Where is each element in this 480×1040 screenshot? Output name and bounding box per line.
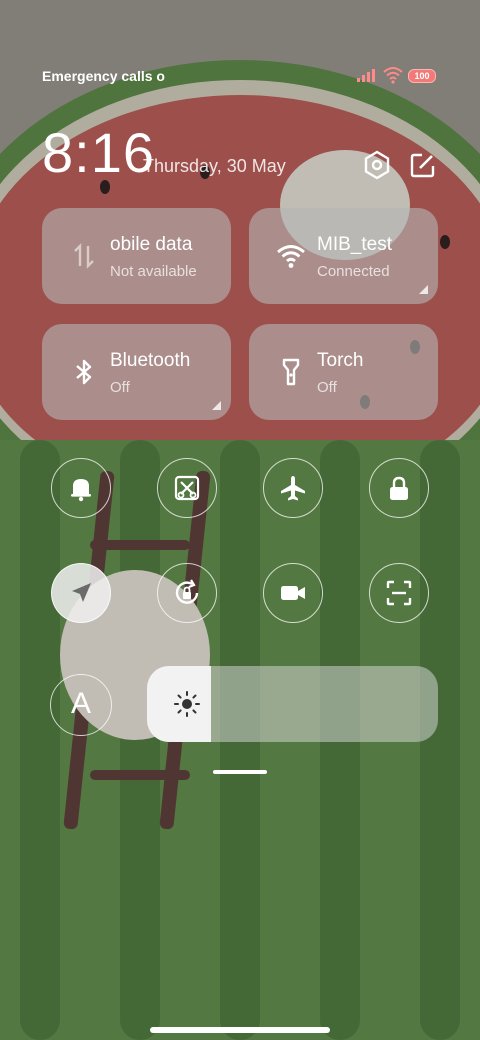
clock-time: 8:16 — [42, 121, 155, 184]
status-bar: Emergency calls o 100 — [0, 62, 480, 90]
mobile-data-icon — [74, 243, 94, 269]
wifi-icon — [277, 245, 305, 268]
airplane-icon — [281, 476, 305, 501]
screenshot-icon — [174, 475, 200, 501]
tile-title: Torch — [317, 350, 364, 371]
tile-subtitle: Off — [317, 379, 337, 396]
brightness-slider[interactable] — [147, 666, 438, 742]
tile-title: MIB_test — [317, 234, 392, 255]
signal-icon — [357, 69, 375, 82]
tile-wifi[interactable]: MIB_test Connected — [249, 208, 438, 304]
toggle-scanner[interactable] — [369, 563, 429, 623]
settings-icon[interactable] — [362, 150, 392, 180]
tile-bluetooth[interactable]: Bluetooth Off — [42, 324, 231, 420]
toggle-screenshot[interactable] — [157, 458, 217, 518]
scan-icon — [386, 580, 412, 606]
toggle-rotation-lock[interactable] — [157, 563, 217, 623]
video-icon — [281, 586, 305, 600]
tile-torch[interactable]: Torch Off — [249, 324, 438, 420]
tile-subtitle: Off — [110, 379, 130, 396]
torch-icon — [282, 358, 300, 386]
toggle-airplane[interactable] — [263, 458, 323, 518]
carrier-text: Emergency calls o — [42, 68, 165, 84]
toggle-sound[interactable] — [51, 458, 111, 518]
lock-icon — [390, 476, 408, 500]
battery-icon: 100 — [408, 69, 436, 83]
bluetooth-icon — [76, 359, 92, 385]
toggle-screen-record[interactable] — [263, 563, 323, 623]
toggle-location[interactable] — [51, 563, 111, 623]
expand-corner-icon — [212, 401, 221, 410]
rotation-lock-icon — [175, 579, 199, 604]
font-size-button[interactable]: A — [50, 674, 112, 736]
location-icon — [72, 583, 91, 602]
bell-icon — [71, 479, 91, 502]
tile-title: obile data — [110, 234, 193, 255]
clock-date: Thursday, 30 May — [143, 156, 286, 176]
tile-subtitle: Connected — [317, 263, 390, 280]
tile-title: Bluetooth — [110, 350, 191, 371]
brightness-icon — [174, 691, 200, 717]
toggle-lock[interactable] — [369, 458, 429, 518]
expand-corner-icon — [419, 285, 428, 294]
tile-subtitle: Not available — [110, 263, 197, 280]
edit-icon[interactable] — [408, 150, 438, 180]
gesture-navigation-bar[interactable] — [150, 1027, 330, 1033]
panel-drag-handle[interactable] — [213, 770, 267, 774]
tile-mobile-data[interactable]: obile data Not available — [42, 208, 231, 304]
wifi-status-icon — [383, 67, 403, 84]
